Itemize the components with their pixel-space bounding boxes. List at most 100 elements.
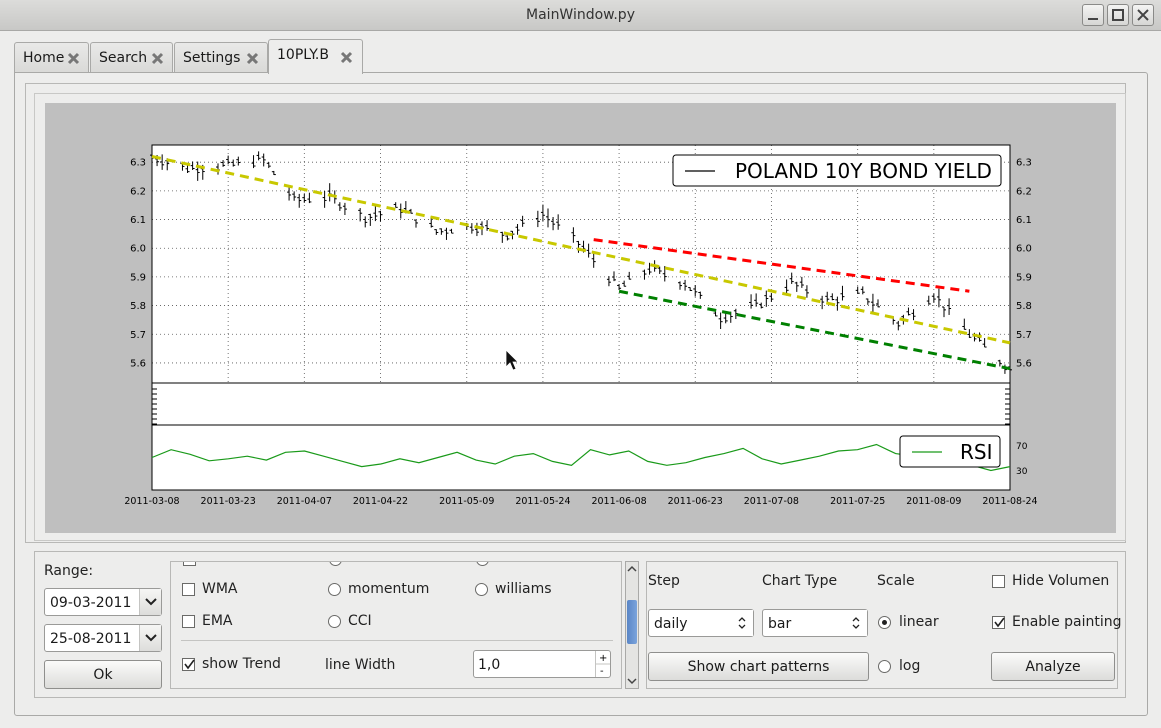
step-label: Step xyxy=(648,573,680,589)
momentum-radio[interactable] xyxy=(328,583,341,596)
x-tick-label: 2011-03-23 xyxy=(201,496,256,507)
chart-type-dropdown[interactable] xyxy=(845,610,867,636)
scale-linear-label: linear xyxy=(899,614,939,630)
williams-radio[interactable] xyxy=(475,583,488,596)
ok-button[interactable]: Ok xyxy=(44,660,162,689)
line-width-label: line Width xyxy=(325,657,396,673)
range-label: Range: xyxy=(44,563,94,579)
scroll-up-icon xyxy=(627,565,637,572)
price-chart[interactable]: 6.3 6.3 6.2 6.2 6.1 6.1 6.0 6.0 5.9 5.9 5.8 5.8 5.7 5… xyxy=(0,0,1161,545)
ema-label: EMA xyxy=(202,613,233,629)
step-select[interactable]: daily xyxy=(648,609,754,637)
scale-linear-radio[interactable] xyxy=(878,616,891,629)
y-tick-label-right: 6.2 xyxy=(1016,186,1032,197)
updown-icon xyxy=(852,617,860,629)
williams-label: williams xyxy=(495,581,552,597)
rsi-legend-label: RSI xyxy=(960,440,993,464)
x-tick-label: 2011-08-09 xyxy=(906,496,961,507)
y-tick-label-right: 5.8 xyxy=(1016,301,1032,312)
y-tick-label: 6.0 xyxy=(130,244,146,255)
scale-log-label: log xyxy=(899,658,921,674)
y-tick-label-right: 5.7 xyxy=(1016,330,1032,341)
date-from-dropdown[interactable] xyxy=(139,589,161,615)
y-tick-label: 5.8 xyxy=(130,301,146,312)
price-legend: POLAND 10Y BOND YIELD xyxy=(672,154,1002,187)
y-tick-label: 6.3 xyxy=(130,158,146,169)
scroll-down-icon xyxy=(627,678,637,685)
hide-volume-checkbox[interactable] xyxy=(992,575,1005,588)
indicators-scrollbar[interactable] xyxy=(625,561,639,689)
y-tick-label: 6.2 xyxy=(130,186,146,197)
x-tick-label: 2011-05-24 xyxy=(515,496,570,507)
show-trend-label: show Trend xyxy=(202,656,281,672)
y-tick-label-right: 6.0 xyxy=(1016,244,1032,255)
wma-label: WMA xyxy=(202,581,238,597)
chevron-down-icon xyxy=(145,598,157,606)
x-tick-label: 2011-07-25 xyxy=(830,496,885,507)
x-ticks: 2011-03-08 2011-03-23 2011-04-07 2011-04-22… xyxy=(124,496,1037,507)
momentum-label: momentum xyxy=(348,581,430,597)
show-trend-checkbox[interactable] xyxy=(182,658,195,671)
scale-log-radio[interactable] xyxy=(878,660,891,673)
line-width-value: 1,0 xyxy=(478,657,501,673)
x-tick-label: 2011-06-08 xyxy=(591,496,646,507)
x-tick-label: 2011-04-22 xyxy=(353,496,408,507)
rsi-tick-label: 30 xyxy=(1016,467,1028,477)
x-tick-label: 2011-08-24 xyxy=(982,496,1037,507)
show-chart-patterns-button[interactable]: Show chart patterns xyxy=(648,652,869,681)
chart-type-select[interactable]: bar xyxy=(762,609,868,637)
svg-text:-: - xyxy=(600,666,604,677)
rsi-radio[interactable] xyxy=(476,562,489,566)
cci-radio[interactable] xyxy=(328,615,341,628)
volume-panel xyxy=(151,382,1011,426)
x-tick-label: 2011-07-08 xyxy=(744,496,799,507)
rsi-legend: RSI xyxy=(899,435,1001,468)
cci-label: CCI xyxy=(348,613,372,629)
tab-label: 10PLY.B xyxy=(277,47,329,63)
chart-type-label: Chart Type xyxy=(762,573,838,589)
x-tick-label: 2011-06-23 xyxy=(668,496,723,507)
date-to-dropdown[interactable] xyxy=(139,625,161,651)
updown-icon xyxy=(738,617,746,629)
date-to-field[interactable]: 25-08-2011 xyxy=(44,624,162,652)
y-tick-label: 5.9 xyxy=(130,272,146,283)
legend-label: POLAND 10Y BOND YIELD xyxy=(735,159,992,183)
step-dropdown[interactable] xyxy=(731,610,753,636)
tab-close-icon[interactable] xyxy=(340,51,353,64)
hide-volume-label: Hide Volumen xyxy=(1012,573,1110,589)
spin-up-down-icon: +- xyxy=(596,653,610,677)
date-from-value: 09-03-2011 xyxy=(50,595,132,611)
enable-painting-checkbox[interactable] xyxy=(992,616,1005,629)
rsi-tick-label: 70 xyxy=(1016,442,1028,452)
date-from-field[interactable]: 09-03-2011 xyxy=(44,588,162,616)
x-tick-label: 2011-03-08 xyxy=(124,496,179,507)
x-tick-label: 2011-05-09 xyxy=(439,496,494,507)
step-value: daily xyxy=(654,616,688,632)
svg-text:+: + xyxy=(599,653,607,664)
enable-painting-label: Enable painting xyxy=(1012,614,1122,630)
sma-checkbox[interactable] xyxy=(183,562,196,566)
y-tick-label: 6.1 xyxy=(130,215,146,226)
wma-checkbox[interactable] xyxy=(182,583,195,596)
scale-label: Scale xyxy=(877,573,915,589)
checkmark-icon xyxy=(994,617,1005,628)
chart-type-value: bar xyxy=(768,616,792,632)
checkmark-icon xyxy=(184,659,195,670)
scrollbar-thumb[interactable] xyxy=(627,600,637,644)
chevron-down-icon xyxy=(145,634,157,642)
y-tick-label: 5.6 xyxy=(130,358,146,369)
y-tick-label-right: 5.9 xyxy=(1016,272,1032,283)
spin-arrows[interactable]: + - xyxy=(595,651,610,677)
tab-10ply-b[interactable]: 10PLY.B xyxy=(268,39,363,74)
y-tick-label: 5.7 xyxy=(130,330,146,341)
y-tick-label-right: 5.6 xyxy=(1016,358,1032,369)
analyze-button[interactable]: Analyze xyxy=(991,652,1115,681)
y-tick-label-right: 6.3 xyxy=(1016,158,1032,169)
ema-checkbox[interactable] xyxy=(182,615,195,628)
oscillator-radio[interactable] xyxy=(329,562,342,566)
divider xyxy=(181,640,613,641)
y-tick-label-right: 6.1 xyxy=(1016,215,1032,226)
date-to-value: 25-08-2011 xyxy=(50,631,132,647)
x-tick-label: 2011-04-07 xyxy=(277,496,332,507)
line-width-spinbox[interactable]: 1,0 + - xyxy=(473,650,611,678)
